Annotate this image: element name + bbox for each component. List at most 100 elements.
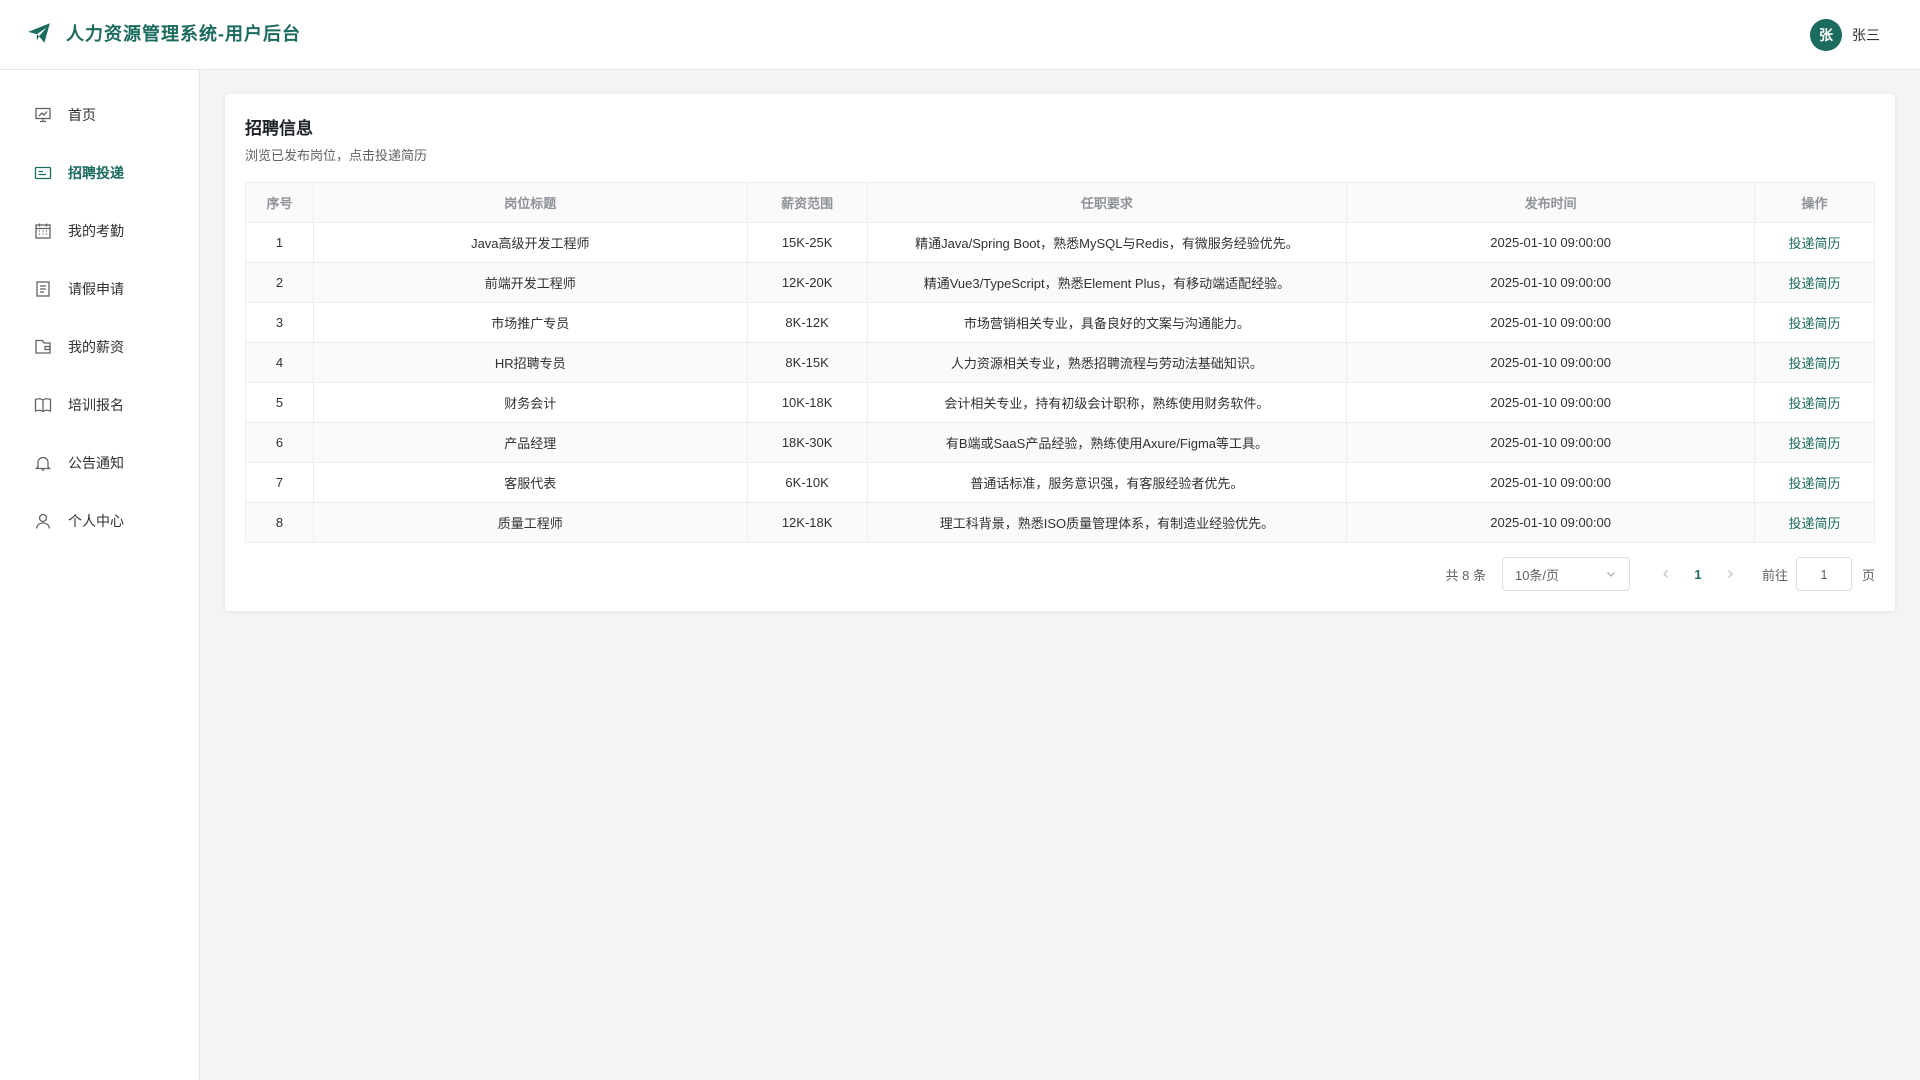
column-header: 岗位标题 xyxy=(312,182,748,223)
wallet-icon xyxy=(34,338,52,356)
apply-resume-link[interactable]: 投递简历 xyxy=(1789,396,1841,411)
goto-label: 前往 xyxy=(1761,567,1788,583)
cell-index: 5 xyxy=(245,382,314,423)
cell-index: 3 xyxy=(245,302,314,343)
cell-requirements: 会计相关专业，持有初级会计职称，熟练使用财务软件。 xyxy=(866,382,1348,423)
cell-job-title: 客服代表 xyxy=(312,462,748,503)
table-row: 5 财务会计 10K-18K 会计相关专业，持有初级会计职称，熟练使用财务软件。… xyxy=(245,382,1875,423)
page-title: 招聘信息 xyxy=(245,119,313,138)
avatar[interactable]: 张 xyxy=(1810,19,1842,51)
table-row: 2 前端开发工程师 12K-20K 精通Vue3/TypeScript，熟悉El… xyxy=(245,262,1875,303)
page-size-select[interactable]: 10条/页 xyxy=(1501,557,1630,591)
paper-plane-icon xyxy=(28,23,50,43)
cell-salary: 6K-10K xyxy=(746,462,868,503)
cell-action: 投递简历 xyxy=(1754,382,1875,423)
sidebar-item-label: 我的薪资 xyxy=(68,339,124,355)
cell-salary: 8K-15K xyxy=(746,342,868,383)
cell-salary: 12K-20K xyxy=(746,262,868,303)
cell-action: 投递简历 xyxy=(1754,462,1875,503)
cell-index: 2 xyxy=(245,262,314,303)
sidebar-item-label: 培训报名 xyxy=(68,397,124,413)
sidebar-item-attendance[interactable]: 我的考勤 xyxy=(0,202,199,260)
cell-index: 1 xyxy=(245,222,314,263)
table-row: 1 Java高级开发工程师 15K-25K 精通Java/Spring Boot… xyxy=(245,222,1875,263)
prev-page-button[interactable] xyxy=(1650,558,1682,590)
cell-salary: 15K-25K xyxy=(746,222,868,263)
cell-publish-time: 2025-01-10 09:00:00 xyxy=(1346,342,1756,383)
apply-resume-link[interactable]: 投递简历 xyxy=(1789,436,1841,451)
table-row: 4 HR招聘专员 8K-15K 人力资源相关专业，熟悉招聘流程与劳动法基础知识。… xyxy=(245,342,1875,383)
cell-job-title: Java高级开发工程师 xyxy=(312,222,748,263)
sidebar-item-training[interactable]: 培训报名 xyxy=(0,376,199,434)
cell-action: 投递简历 xyxy=(1754,222,1875,263)
sidebar-item-salary[interactable]: 我的薪资 xyxy=(0,318,199,376)
cell-index: 8 xyxy=(245,502,314,543)
cell-job-title: 前端开发工程师 xyxy=(312,262,748,303)
user-menu[interactable]: 张 张三 xyxy=(1810,19,1880,51)
sidebar-item-label: 招聘投递 xyxy=(68,165,124,181)
cell-index: 6 xyxy=(245,422,314,463)
column-header: 序号 xyxy=(245,182,314,223)
cell-publish-time: 2025-01-10 09:00:00 xyxy=(1346,382,1756,423)
apply-resume-link[interactable]: 投递简历 xyxy=(1789,356,1841,371)
apply-resume-link[interactable]: 投递简历 xyxy=(1789,516,1841,531)
user-name[interactable]: 张三 xyxy=(1852,25,1880,45)
cell-publish-time: 2025-01-10 09:00:00 xyxy=(1346,422,1756,463)
recruitment-card: 招聘信息 浏览已发布岗位，点击投递简历 序号 岗位标题 薪资范围 任职要求 发布… xyxy=(225,94,1895,611)
cell-requirements: 理工科背景，熟悉ISO质量管理体系，有制造业经验优先。 xyxy=(866,502,1348,543)
column-header: 薪资范围 xyxy=(746,182,868,223)
cell-publish-time: 2025-01-10 09:00:00 xyxy=(1346,222,1756,263)
sidebar: 首页 招聘投递 我的考勤 请假申请 我的薪资 培训报名 公告通知 个人中心 xyxy=(0,70,200,1080)
brand[interactable]: 人力资源管理系统-用户后台 xyxy=(26,20,301,46)
cell-requirements: 市场营销相关专业，具备良好的文案与沟通能力。 xyxy=(866,302,1348,343)
page-unit-label: 页 xyxy=(1861,567,1875,583)
sidebar-item-label: 请假申请 xyxy=(68,281,124,297)
sidebar-item-recruitment[interactable]: 招聘投递 xyxy=(0,144,199,202)
cell-requirements: 有B端或SaaS产品经验，熟练使用Axure/Figma等工具。 xyxy=(866,422,1348,463)
sidebar-item-leave[interactable]: 请假申请 xyxy=(0,260,199,318)
cell-requirements: 精通Vue3/TypeScript，熟悉Element Plus，有移动端适配经… xyxy=(866,262,1348,303)
cell-job-title: 质量工程师 xyxy=(312,502,748,543)
cell-salary: 12K-18K xyxy=(746,502,868,543)
goto-page-input[interactable] xyxy=(1795,557,1852,591)
cell-publish-time: 2025-01-10 09:00:00 xyxy=(1346,502,1756,543)
cell-job-title: 财务会计 xyxy=(312,382,748,423)
pagination-total: 共 8 条 xyxy=(1445,567,1486,583)
chevron-right-icon xyxy=(1728,570,1733,578)
sidebar-item-profile[interactable]: 个人中心 xyxy=(0,492,199,550)
cell-index: 4 xyxy=(245,342,314,383)
document-icon xyxy=(34,280,52,298)
top-header: 人力资源管理系统-用户后台 张 张三 xyxy=(0,0,1920,70)
cell-action: 投递简历 xyxy=(1754,422,1875,463)
job-table: 序号 岗位标题 薪资范围 任职要求 发布时间 操作 1 Java高级开发工程师 … xyxy=(245,182,1875,543)
apply-resume-link[interactable]: 投递简历 xyxy=(1789,476,1841,491)
table-header-row: 序号 岗位标题 薪资范围 任职要求 发布时间 操作 xyxy=(245,182,1875,223)
chevron-left-icon xyxy=(1663,570,1668,578)
cell-job-title: 产品经理 xyxy=(312,422,748,463)
apply-resume-link[interactable]: 投递简历 xyxy=(1789,276,1841,291)
sidebar-item-label: 公告通知 xyxy=(68,455,124,471)
sidebar-item-notice[interactable]: 公告通知 xyxy=(0,434,199,492)
table-row: 6 产品经理 18K-30K 有B端或SaaS产品经验，熟练使用Axure/Fi… xyxy=(245,422,1875,463)
page-size-value: 10条/页 xyxy=(1514,567,1560,583)
page-number-current[interactable]: 1 xyxy=(1682,558,1714,590)
next-page-button[interactable] xyxy=(1714,558,1746,590)
apply-resume-link[interactable]: 投递简历 xyxy=(1789,236,1841,251)
cell-action: 投递简历 xyxy=(1754,262,1875,303)
cell-action: 投递简历 xyxy=(1754,302,1875,343)
cell-requirements: 普通话标准，服务意识强，有客服经验者优先。 xyxy=(866,462,1348,503)
sidebar-item-home[interactable]: 首页 xyxy=(0,86,199,144)
book-icon xyxy=(34,396,52,414)
apply-resume-link[interactable]: 投递简历 xyxy=(1789,316,1841,331)
cell-publish-time: 2025-01-10 09:00:00 xyxy=(1346,462,1756,503)
column-header: 操作 xyxy=(1754,182,1875,223)
cell-job-title: 市场推广专员 xyxy=(312,302,748,343)
calendar-icon xyxy=(34,222,52,240)
table-row: 8 质量工程师 12K-18K 理工科背景，熟悉ISO质量管理体系，有制造业经验… xyxy=(245,502,1875,543)
cell-salary: 18K-30K xyxy=(746,422,868,463)
cell-salary: 8K-12K xyxy=(746,302,868,343)
column-header: 发布时间 xyxy=(1346,182,1756,223)
chevron-down-icon xyxy=(1607,572,1615,577)
app-title: 人力资源管理系统-用户后台 xyxy=(66,24,301,44)
page-subtitle: 浏览已发布岗位，点击投递简历 xyxy=(245,148,428,163)
